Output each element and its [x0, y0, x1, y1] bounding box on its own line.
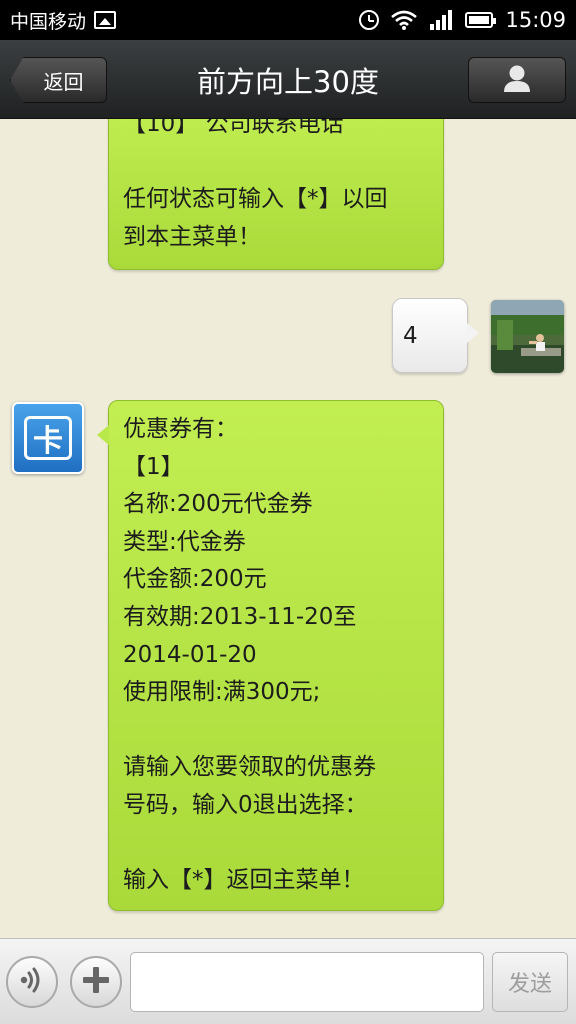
bot-avatar[interactable]: 卡 — [12, 402, 84, 474]
status-left: 中国移动 — [10, 7, 117, 34]
message-line: 有效期:2013-11-20至 — [123, 603, 357, 630]
battery-fill — [469, 16, 490, 24]
wifi-icon — [391, 10, 418, 30]
message-bubble-bot[interactable]: 【10】 公司联系电话 任何状态可输入【*】以回 到本主菜单！ — [108, 119, 444, 270]
plus-button[interactable] — [70, 956, 122, 1008]
alarm-icon — [359, 10, 380, 30]
message-line: 任何状态可输入【*】以回 — [123, 186, 388, 213]
signal-icon — [429, 10, 453, 30]
message-line: 类型:代金券 — [123, 528, 246, 555]
message-bubble-user[interactable]: 4 — [392, 298, 479, 373]
message-line: 优惠券有： — [123, 416, 238, 442]
voice-button[interactable] — [6, 956, 58, 1008]
battery-icon — [465, 12, 497, 28]
send-button[interactable]: 发送 — [492, 952, 568, 1012]
message-line: 2014-01-20 — [123, 641, 257, 668]
message-line — [123, 144, 429, 182]
message-line: 【1】 — [123, 453, 184, 480]
voice-icon — [15, 963, 49, 1001]
back-button[interactable]: 返回 — [10, 57, 107, 103]
message-line — [123, 825, 429, 863]
input-bar: 发送 — [0, 938, 576, 1024]
message-line: 【10】 公司联系电话 — [123, 119, 344, 137]
nav-bar: 返回 前方向上30度 — [0, 40, 576, 119]
carrier-name: 中国移动 — [10, 10, 87, 33]
message-line: 使用限制:满300元; — [123, 679, 321, 706]
message-line: 输入【*】返回主菜单！ — [123, 867, 365, 894]
card-icon: 卡 — [24, 416, 72, 460]
chat-title: 前方向上30度 — [197, 64, 379, 99]
status-right: 15:09 — [359, 8, 566, 32]
status-time: 15:09 — [505, 8, 566, 32]
message-line — [123, 712, 429, 750]
image-icon — [94, 11, 117, 29]
user-avatar[interactable] — [491, 300, 564, 373]
message-line: 请输入您要领取的优惠券 — [123, 754, 376, 781]
message-input[interactable] — [130, 952, 484, 1012]
message-bubble-bot[interactable]: 优惠券有： 【1】 名称:200元代金券 类型:代金券 代金额:200元 有效期… — [97, 400, 444, 911]
message-line: 到本主菜单！ — [123, 223, 261, 250]
person-icon — [502, 64, 532, 96]
message-line: 代金额:200元 — [123, 566, 267, 593]
message-text: 4 — [403, 322, 418, 349]
plus-icon — [80, 964, 112, 1000]
status-bar: 中国移动 15:09 — [0, 0, 576, 40]
profile-button[interactable] — [468, 57, 566, 103]
chat-area[interactable]: 【10】 公司联系电话 任何状态可输入【*】以回 到本主菜单！ 4 卡 优惠券有… — [0, 119, 576, 938]
message-line: 号码，输入0退出选择： — [123, 791, 368, 818]
message-line: 名称:200元代金券 — [123, 491, 313, 518]
